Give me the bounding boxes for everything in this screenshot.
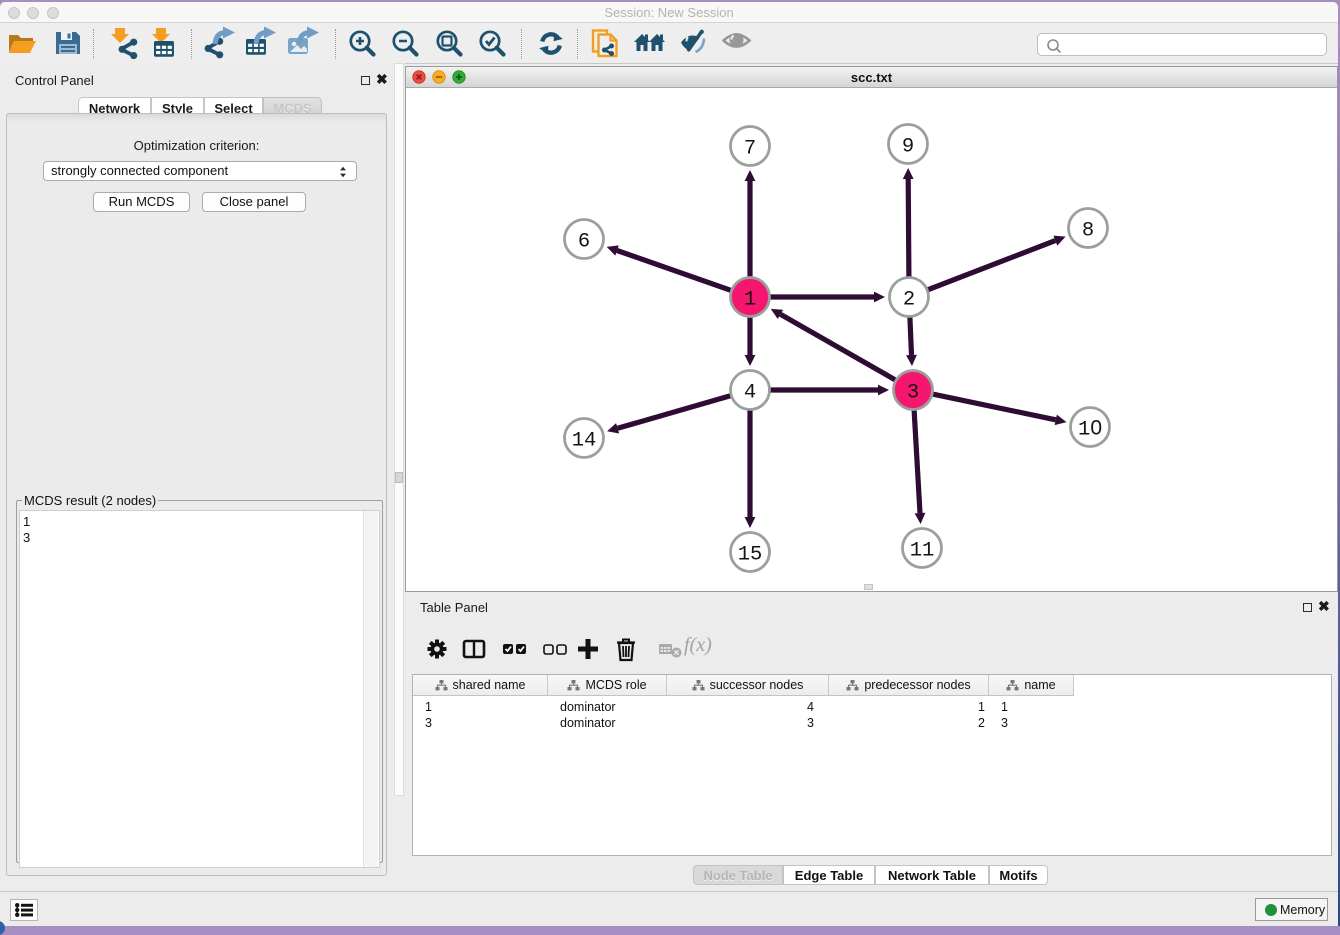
svg-text:2: 2 <box>903 289 915 312</box>
svg-text:10: 10 <box>1078 417 1102 442</box>
svg-text:6: 6 <box>578 231 590 254</box>
svg-text:9: 9 <box>902 136 914 159</box>
svg-text:3: 3 <box>907 382 919 405</box>
svg-text:8: 8 <box>1082 220 1094 243</box>
svg-text:1: 1 <box>744 289 756 312</box>
svg-text:15: 15 <box>738 544 763 567</box>
svg-text:4: 4 <box>744 382 756 405</box>
svg-text:14: 14 <box>572 430 597 453</box>
svg-text:11: 11 <box>910 540 935 563</box>
svg-text:7: 7 <box>744 138 756 161</box>
